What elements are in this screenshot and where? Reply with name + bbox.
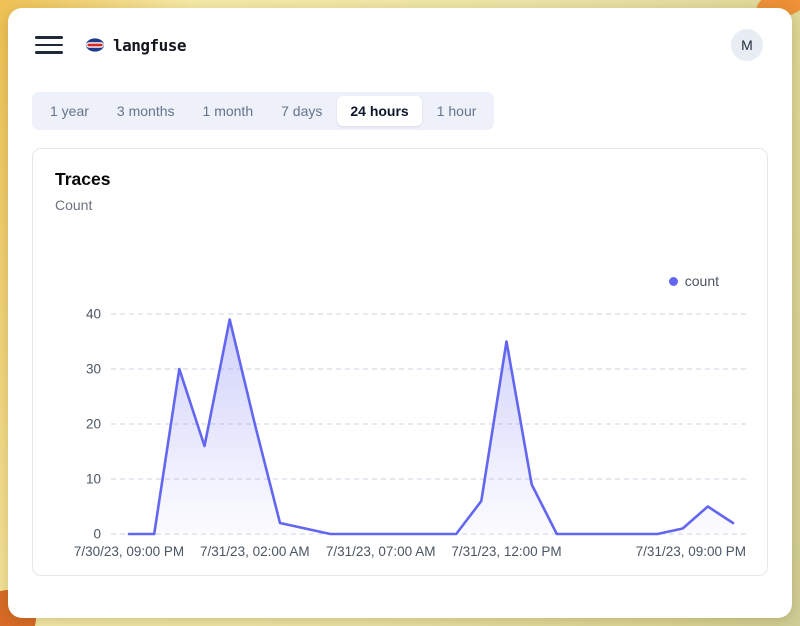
chart-subtitle: Count xyxy=(55,197,92,213)
x-tick-label: 7/31/23, 12:00 PM xyxy=(451,544,561,559)
chart-title: Traces xyxy=(55,169,110,190)
count-area xyxy=(129,320,733,535)
tab-1-month[interactable]: 1 month xyxy=(190,96,267,126)
y-tick-label: 0 xyxy=(93,527,101,542)
tab-1-hour[interactable]: 1 hour xyxy=(424,96,490,126)
tab-3-months[interactable]: 3 months xyxy=(104,96,188,126)
desktop: { "header": { "brand": "langfuse", "avat… xyxy=(0,0,800,626)
x-tick-label: 7/30/23, 09:00 PM xyxy=(74,544,184,559)
y-tick-label: 20 xyxy=(86,417,101,432)
tab-24-hours[interactable]: 24 hours xyxy=(337,96,421,126)
app-window: langfuse M 1 year3 months1 month7 days24… xyxy=(8,8,792,618)
y-tick-label: 10 xyxy=(86,472,101,487)
hamburger-menu-icon[interactable] xyxy=(35,34,63,56)
user-avatar[interactable]: M xyxy=(731,29,763,61)
langfuse-logo-icon xyxy=(85,37,105,53)
x-tick-label: 7/31/23, 09:00 PM xyxy=(636,544,746,559)
brand-wordmark: langfuse xyxy=(113,36,186,55)
y-tick-label: 30 xyxy=(86,362,101,377)
tab-7-days[interactable]: 7 days xyxy=(268,96,335,126)
x-tick-label: 7/31/23, 07:00 AM xyxy=(326,544,436,559)
x-tick-label: 7/31/23, 02:00 AM xyxy=(200,544,310,559)
time-range-tabs: 1 year3 months1 month7 days24 hours1 hou… xyxy=(32,92,494,130)
traces-chart-card: Traces Count count 0102030407/30/23, 09:… xyxy=(32,148,768,576)
traces-chart-svg: 0 10 20 30 40 7/30/23, 09:00 PM 7/31/23, 02:00… xyxy=(33,249,769,569)
tab-1-year[interactable]: 1 year xyxy=(37,96,102,126)
app-header: langfuse M xyxy=(8,8,792,82)
y-tick-label: 40 xyxy=(86,307,101,322)
